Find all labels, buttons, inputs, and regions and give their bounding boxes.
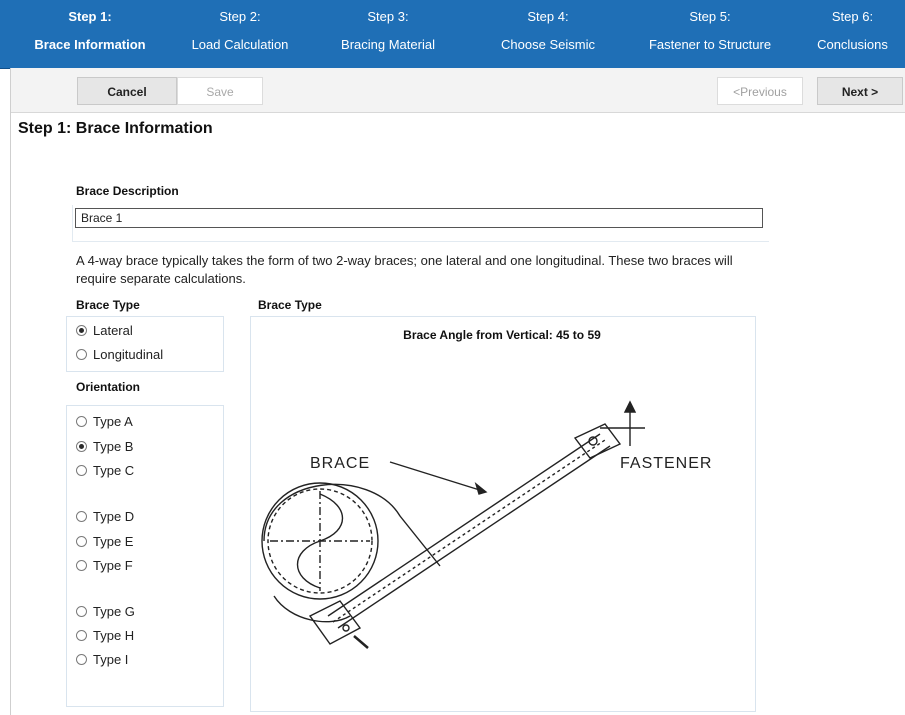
- radio-type-e[interactable]: Type E: [76, 532, 133, 550]
- brace-callout: BRACE: [310, 455, 370, 472]
- step-5-tab[interactable]: Step 5: Fastener to Structure: [620, 0, 800, 68]
- brace-pipe-center: [332, 439, 606, 623]
- radio-type-b-indicator[interactable]: [76, 440, 87, 452]
- previous-button[interactable]: <Previous: [717, 77, 803, 105]
- step-2-tab[interactable]: Step 2: Load Calculation: [180, 0, 300, 68]
- brace-description-input[interactable]: [75, 208, 763, 228]
- diagram-heading: Brace Type: [258, 298, 322, 312]
- page-title: Step 1: Brace Information: [18, 120, 213, 137]
- radio-type-a[interactable]: Type A: [76, 412, 133, 430]
- next-button[interactable]: Next >: [817, 77, 903, 105]
- action-toolbar: Cancel Save <Previous Next >: [10, 68, 905, 113]
- radio-type-g[interactable]: Type G: [76, 602, 135, 620]
- radio-longitudinal-label: Longitudinal: [93, 346, 164, 362]
- radio-type-d[interactable]: Type D: [76, 507, 134, 525]
- radio-type-d-label: Type D: [93, 508, 135, 524]
- step-6-number: Step 6:: [831, 9, 874, 24]
- radio-lateral-label: Lateral: [93, 322, 133, 338]
- step-4-tab[interactable]: Step 4: Choose Seismic: [478, 0, 618, 68]
- lower-attachment: [308, 600, 362, 645]
- step-1-tab[interactable]: Step 1: Brace Information: [0, 0, 180, 68]
- lower-fastener-stub: [353, 635, 369, 649]
- radio-type-i[interactable]: Type I: [76, 650, 128, 668]
- radio-type-a-label: Type A: [93, 413, 133, 429]
- step-1-number: Step 1:: [68, 9, 112, 24]
- radio-type-a-indicator[interactable]: [76, 415, 87, 427]
- radio-type-g-indicator[interactable]: [76, 605, 87, 617]
- radio-type-i-indicator[interactable]: [76, 653, 87, 665]
- radio-type-h-label: Type H: [93, 627, 135, 643]
- radio-type-f-indicator[interactable]: [76, 559, 87, 571]
- step-4-number: Step 4:: [527, 9, 569, 24]
- brace-diagram-illustration: BRACE FASTENER: [261, 400, 712, 649]
- wizard-steps-bar: Step 1: Brace Information Step 2: Load C…: [0, 0, 905, 69]
- step-3-name: Bracing Material: [341, 37, 435, 52]
- radio-lateral-indicator[interactable]: [76, 324, 87, 336]
- cancel-button[interactable]: Cancel: [77, 77, 177, 105]
- step-5-name: Fastener to Structure: [648, 37, 772, 52]
- step-3-tab[interactable]: Step 3: Bracing Material: [318, 0, 458, 68]
- four-way-info-text: A 4-way brace typically takes the form o…: [76, 253, 733, 286]
- radio-type-c-indicator[interactable]: [76, 464, 87, 476]
- radio-type-h-indicator[interactable]: [76, 629, 87, 641]
- save-button[interactable]: Save: [177, 77, 263, 105]
- radio-longitudinal[interactable]: Longitudinal: [76, 345, 163, 363]
- step-6-tab[interactable]: Step 6: Conclusions: [800, 0, 905, 68]
- radio-type-f-label: Type F: [93, 557, 133, 573]
- step-2-number: Step 2:: [219, 9, 261, 24]
- step-3-number: Step 3:: [367, 9, 409, 24]
- radio-type-i-label: Type I: [93, 651, 129, 667]
- fastener-arrow-head: [623, 400, 637, 413]
- radio-type-b-label: Type B: [93, 438, 134, 454]
- step-6-name: Conclusions: [817, 37, 888, 52]
- brace-leader-arrow: [474, 482, 488, 495]
- content-left-border: [10, 112, 11, 715]
- radio-type-d-indicator[interactable]: [76, 510, 87, 522]
- step-5-number: Step 5:: [689, 9, 731, 24]
- radio-type-e-indicator[interactable]: [76, 535, 87, 547]
- radio-type-c[interactable]: Type C: [76, 461, 134, 479]
- brace-description-label: Brace Description: [76, 184, 179, 198]
- radio-type-g-label: Type G: [93, 603, 135, 619]
- step-2-name: Load Calculation: [191, 37, 289, 52]
- brace-type-label: Brace Type: [76, 298, 140, 312]
- lower-bolt: [342, 624, 350, 632]
- radio-type-e-label: Type E: [93, 533, 134, 549]
- fastener-callout: FASTENER: [620, 455, 712, 472]
- orientation-label: Orientation: [76, 380, 141, 394]
- step-4-name: Choose Seismic: [501, 37, 595, 52]
- brace-pipe-bottom: [337, 445, 611, 629]
- radio-type-f[interactable]: Type F: [76, 556, 133, 574]
- radio-lateral[interactable]: Lateral: [76, 321, 133, 339]
- step-1-name: Brace Information: [34, 37, 146, 52]
- radio-longitudinal-indicator[interactable]: [76, 348, 87, 360]
- clamp-strap-upper: [263, 483, 441, 567]
- brace-leader-line: [389, 461, 487, 493]
- radio-type-c-label: Type C: [93, 462, 135, 478]
- radio-type-b[interactable]: Type B: [76, 437, 133, 455]
- radio-type-h[interactable]: Type H: [76, 626, 134, 644]
